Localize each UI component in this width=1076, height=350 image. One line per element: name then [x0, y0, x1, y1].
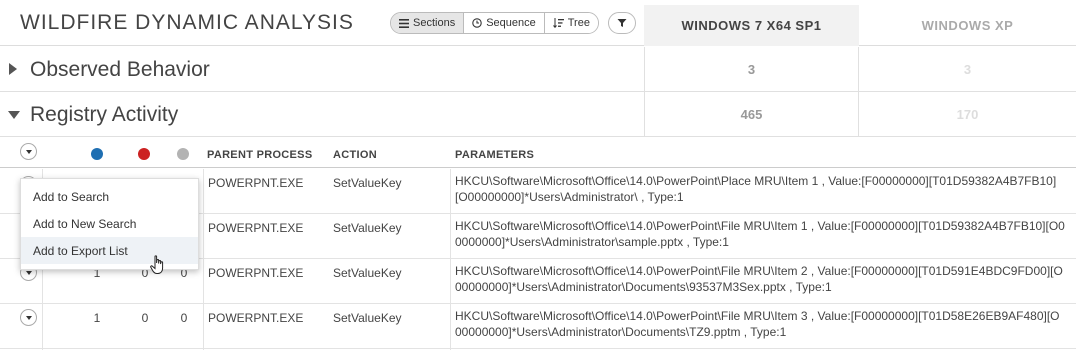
- row-parent-process: POWERPNT.EXE: [208, 266, 304, 280]
- section-count-winxp: 3: [963, 62, 972, 77]
- row-count-grey: 0: [180, 311, 188, 325]
- status-dot-blue: [91, 148, 103, 160]
- row-parent-process: POWERPNT.EXE: [208, 176, 304, 190]
- chevron-down-icon: [25, 149, 32, 154]
- row-parameters: HKCU\Software\Microsoft\Office\14.0\Powe…: [455, 264, 1063, 294]
- caret-right-icon: [9, 63, 17, 75]
- view-sections-button[interactable]: Sections: [391, 13, 465, 33]
- tab-windows-7-x64-sp1[interactable]: WINDOWS 7 X64 SP1: [644, 5, 859, 46]
- page-title: WILDFIRE DYNAMIC ANALYSIS: [20, 11, 354, 34]
- row-action-dropdown[interactable]: [20, 309, 37, 326]
- row-context-menu: Add to Search Add to New Search Add to E…: [20, 178, 199, 270]
- view-tree-button[interactable]: Tree: [544, 13, 598, 33]
- section-registry-activity[interactable]: Registry Activity 465 170: [0, 92, 1076, 137]
- section-observed-behavior[interactable]: Observed Behavior 3 3: [0, 47, 1076, 92]
- filter-button[interactable]: [608, 12, 636, 34]
- row-action: SetValueKey: [333, 221, 402, 235]
- analysis-header: WILDFIRE DYNAMIC ANALYSIS Sections Seque…: [0, 0, 1076, 46]
- row-parameters: HKCU\Software\Microsoft\Office\14.0\Powe…: [455, 174, 1057, 204]
- view-sections-label: Sections: [413, 17, 456, 29]
- row-parameters: HKCU\Software\Microsoft\Office\14.0\Powe…: [455, 219, 1065, 249]
- row-parent-process: POWERPNT.EXE: [208, 311, 304, 325]
- row-parameters: HKCU\Software\Microsoft\Office\14.0\Powe…: [455, 309, 1060, 339]
- list-icon: [399, 18, 409, 28]
- row-action: SetValueKey: [333, 266, 402, 280]
- row-count-red: 0: [141, 311, 149, 325]
- row-count-blue: 1: [93, 311, 101, 325]
- registry-table-header: PARENT PROCESS ACTION PARAMETERS: [0, 138, 1076, 168]
- section-count-winxp: 170: [956, 107, 979, 122]
- section-label: Observed Behavior: [30, 58, 210, 81]
- select-all-dropdown[interactable]: [20, 143, 37, 160]
- status-dot-red: [138, 148, 150, 160]
- caret-down-icon: [8, 111, 20, 119]
- clock-icon: [472, 18, 482, 28]
- view-mode-toggle: Sections Sequence Tree: [390, 12, 599, 34]
- column-parameters[interactable]: PARAMETERS: [455, 149, 534, 161]
- row-action: SetValueKey: [333, 176, 402, 190]
- menu-add-to-new-search[interactable]: Add to New Search: [21, 210, 198, 237]
- view-sequence-button[interactable]: Sequence: [464, 13, 545, 33]
- chevron-down-icon: [25, 315, 32, 320]
- menu-add-to-search[interactable]: Add to Search: [21, 183, 198, 210]
- view-tree-label: Tree: [567, 17, 590, 29]
- tab-windows-xp[interactable]: WINDOWS XP: [859, 5, 1076, 46]
- column-action[interactable]: ACTION: [333, 149, 377, 161]
- status-dot-grey: [177, 148, 189, 160]
- table-row[interactable]: 1 0 0 POWERPNT.EXE SetValueKey HKCU\Soft…: [0, 304, 1076, 349]
- menu-add-to-export-list[interactable]: Add to Export List: [21, 237, 198, 264]
- column-parent-process[interactable]: PARENT PROCESS: [207, 149, 312, 161]
- hand-cursor-icon: [150, 255, 164, 274]
- section-count-win7: 3: [644, 47, 859, 92]
- chevron-down-icon: [25, 270, 32, 275]
- row-parent-process: POWERPNT.EXE: [208, 221, 304, 235]
- view-sequence-label: Sequence: [486, 17, 536, 29]
- row-action: SetValueKey: [333, 311, 402, 325]
- filter-icon: [617, 19, 627, 27]
- section-count-win7: 465: [644, 92, 859, 137]
- tree-sort-icon: [552, 18, 564, 28]
- section-label: Registry Activity: [30, 103, 179, 126]
